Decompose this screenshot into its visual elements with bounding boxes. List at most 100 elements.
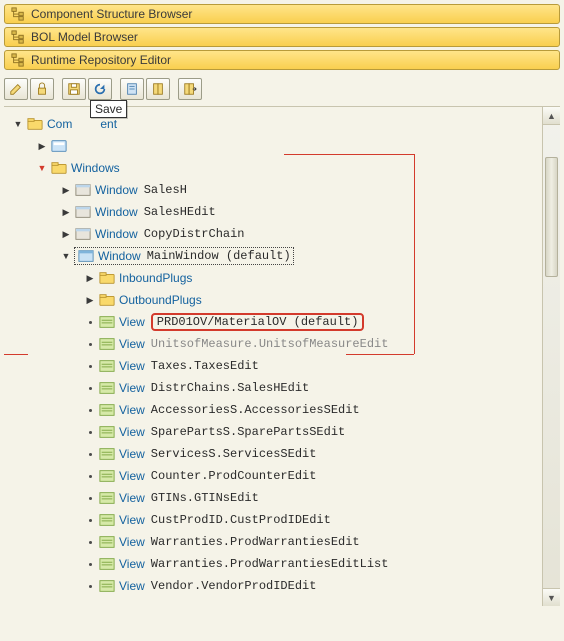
collapse-icon[interactable]: ▼ (12, 118, 24, 130)
tree-node-view[interactable]: ViewCounter.ProdCounterEdit (12, 465, 538, 487)
leaf-icon (84, 514, 96, 526)
leaf-icon (84, 470, 96, 482)
tree-node-view[interactable]: ViewCustProdID.CustProdIDEdit (12, 509, 538, 531)
node-name: CopyDistrChain (144, 227, 245, 241)
view-icon (98, 534, 116, 550)
annotation-line (414, 154, 415, 354)
find-button[interactable] (146, 78, 170, 100)
node-name: Vendor.VendorProdIDEdit (151, 579, 317, 593)
node-name: SalesH (144, 183, 187, 197)
folder-icon (98, 270, 116, 286)
vertical-scrollbar[interactable]: ▲ ▼ (542, 107, 560, 606)
annotation-line (4, 354, 28, 355)
save-button[interactable] (62, 78, 86, 100)
folder-icon (98, 292, 116, 308)
tree-node-window[interactable]: ▶ Window SalesH (12, 179, 538, 201)
tree-node-view[interactable]: ViewAccessoriesS.AccessoriesSEdit (12, 399, 538, 421)
tree-icon (11, 7, 25, 21)
tree-icon (11, 30, 25, 44)
tree-node-windows[interactable]: ▼ Windows (12, 157, 538, 179)
node-name: DistrChains.SalesHEdit (151, 381, 309, 395)
view-icon (98, 336, 116, 352)
node-name: SparePartsS.SparePartsSEdit (151, 425, 345, 439)
highlight-annotation: PRD01OV/MaterialOV (default) (151, 313, 365, 331)
node-name: UnitsofMeasure.UnitsofMeasureEdit (151, 337, 389, 351)
edit-button[interactable] (4, 78, 28, 100)
tree-node-view[interactable]: ViewServicesS.ServicesSEdit (12, 443, 538, 465)
leaf-icon (84, 360, 96, 372)
node-label: Com (47, 117, 72, 131)
expand-icon[interactable]: ▶ (60, 184, 72, 196)
view-icon (98, 424, 116, 440)
tree-node-inboundplugs[interactable]: ▶ InboundPlugs (12, 267, 538, 289)
window-icon (74, 226, 92, 242)
view-icon (98, 512, 116, 528)
view-icon (98, 314, 116, 330)
tree-node-view[interactable]: ViewSparePartsS.SparePartsSEdit (12, 421, 538, 443)
collapse-icon[interactable]: ▼ (36, 162, 48, 174)
find-next-button[interactable] (178, 78, 202, 100)
tree-node-view[interactable]: ViewVendor.VendorProdIDEdit (12, 575, 538, 597)
tree-node-view[interactable]: ViewDistrChains.SalesHEdit (12, 377, 538, 399)
expand-icon[interactable]: ▶ (60, 206, 72, 218)
panel-component-structure[interactable]: Component Structure Browser (4, 4, 560, 24)
tree-node-mainwindow[interactable]: ▼ Window MainWindow (default) (12, 245, 538, 267)
node-name: CustProdID.CustProdIDEdit (151, 513, 331, 527)
node-label: OutboundPlugs (119, 293, 202, 307)
collapse-icon[interactable]: ▼ (60, 250, 72, 262)
leaf-icon (84, 338, 96, 350)
tree-node-view[interactable]: ViewWarranties.ProdWarrantiesEditList (12, 553, 538, 575)
tree-node-window[interactable]: ▶ Window CopyDistrChain (12, 223, 538, 245)
scroll-down-button[interactable]: ▼ (543, 588, 560, 606)
tree-node-view-highlighted[interactable]: View PRD01OV/MaterialOV (default) (12, 311, 538, 333)
node-name: Counter.ProdCounterEdit (151, 469, 317, 483)
annotation-line (284, 154, 414, 155)
panel-bol-model[interactable]: BOL Model Browser (4, 27, 560, 47)
node-name: MainWindow (default) (147, 249, 291, 263)
leaf-icon (84, 580, 96, 592)
node-name: Warranties.ProdWarrantiesEdit (151, 535, 360, 549)
save-tooltip: Save (90, 100, 127, 118)
node-name: GTINs.GTINsEdit (151, 491, 259, 505)
refresh-button[interactable] (88, 78, 112, 100)
tree-node-models[interactable]: ▶ (12, 135, 538, 157)
leaf-icon (84, 492, 96, 504)
node-name: SalesHEdit (144, 205, 216, 219)
tree-node-outboundplugs[interactable]: ▶ OutboundPlugs (12, 289, 538, 311)
component-icon (50, 138, 68, 154)
expand-icon[interactable]: ▶ (36, 140, 48, 152)
expand-icon[interactable]: ▶ (84, 272, 96, 284)
tree-node-view[interactable]: ViewGTINs.GTINsEdit (12, 487, 538, 509)
node-name: PRD01OV/MaterialOV (default) (157, 315, 359, 329)
scroll-up-button[interactable]: ▲ (543, 107, 560, 125)
expand-icon[interactable]: ▶ (60, 228, 72, 240)
tree-node-view[interactable]: ViewUnitsofMeasure.UnitsofMeasureEdit (12, 333, 538, 355)
panel-runtime-repo[interactable]: Runtime Repository Editor (4, 50, 560, 70)
node-label: Windows (71, 161, 120, 175)
view-icon (98, 358, 116, 374)
view-icon (98, 556, 116, 572)
doc-button[interactable] (120, 78, 144, 100)
view-icon (98, 402, 116, 418)
tree-node-window[interactable]: ▶ Window SalesHEdit (12, 201, 538, 223)
window-icon (77, 248, 95, 264)
folder-icon (50, 160, 68, 176)
panel-title: Component Structure Browser (31, 7, 192, 21)
annotation-line (346, 354, 414, 355)
leaf-icon (84, 448, 96, 460)
lock-button[interactable] (30, 78, 54, 100)
tree-node-view[interactable]: ViewTaxes.TaxesEdit (12, 355, 538, 377)
window-icon (74, 182, 92, 198)
scroll-thumb[interactable] (545, 157, 558, 277)
window-icon (74, 204, 92, 220)
panel-title: Runtime Repository Editor (31, 53, 171, 67)
expand-icon[interactable]: ▶ (84, 294, 96, 306)
leaf-icon (84, 382, 96, 394)
tree-node-view[interactable]: ViewWarranties.ProdWarrantiesEdit (12, 531, 538, 553)
leaf-icon (84, 316, 96, 328)
node-name: Taxes.TaxesEdit (151, 359, 259, 373)
leaf-icon (84, 426, 96, 438)
view-icon (98, 380, 116, 396)
view-icon (98, 578, 116, 594)
node-name: Warranties.ProdWarrantiesEditList (151, 557, 389, 571)
